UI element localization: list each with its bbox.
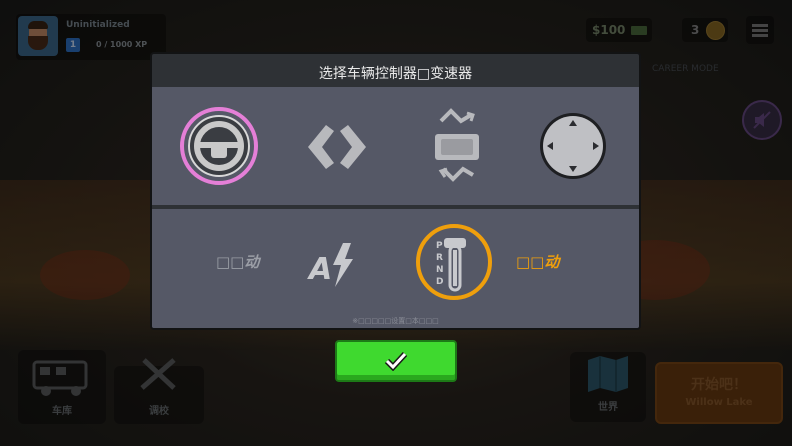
steering-panel: [152, 87, 639, 205]
gear-letter-p: P: [436, 241, 443, 251]
svg-text:A: A: [307, 252, 332, 287]
settings-hint: ※□□□□□设置□本□□□: [352, 317, 439, 325]
dpad-joystick-icon: [540, 113, 606, 179]
auto-flash-icon: A: [307, 243, 353, 287]
arrows-option[interactable]: [302, 119, 372, 175]
controls-dialog: 选择车辆控制器□变速器 □□动 A P R N D □□动 ※□□□□□设置□本…: [150, 52, 641, 330]
steering-wheel-option[interactable]: [179, 106, 259, 186]
steering-wheel-icon: [180, 107, 258, 185]
checkmark-icon: [385, 351, 407, 371]
confirm-button[interactable]: [335, 340, 457, 382]
gear-letter-d: D: [436, 277, 443, 287]
left-right-arrows-icon: [308, 125, 366, 169]
joystick-option[interactable]: [538, 111, 608, 181]
tilt-option[interactable]: [427, 107, 487, 185]
transmission-panel: □□动 A P R N D □□动: [152, 209, 639, 328]
gear-shifter-option[interactable]: P R N D: [414, 222, 494, 302]
gear-shifter-icon: P R N D: [416, 224, 492, 300]
gear-letter-n: N: [436, 265, 444, 275]
gear-letter-r: R: [436, 253, 443, 263]
dialog-title: 选择车辆控制器□变速器: [318, 66, 473, 82]
manual-label[interactable]: □□动: [216, 251, 259, 272]
auto-label[interactable]: □□动: [516, 251, 559, 272]
tilt-phone-icon: [435, 108, 479, 182]
auto-a-option[interactable]: A: [307, 239, 357, 291]
